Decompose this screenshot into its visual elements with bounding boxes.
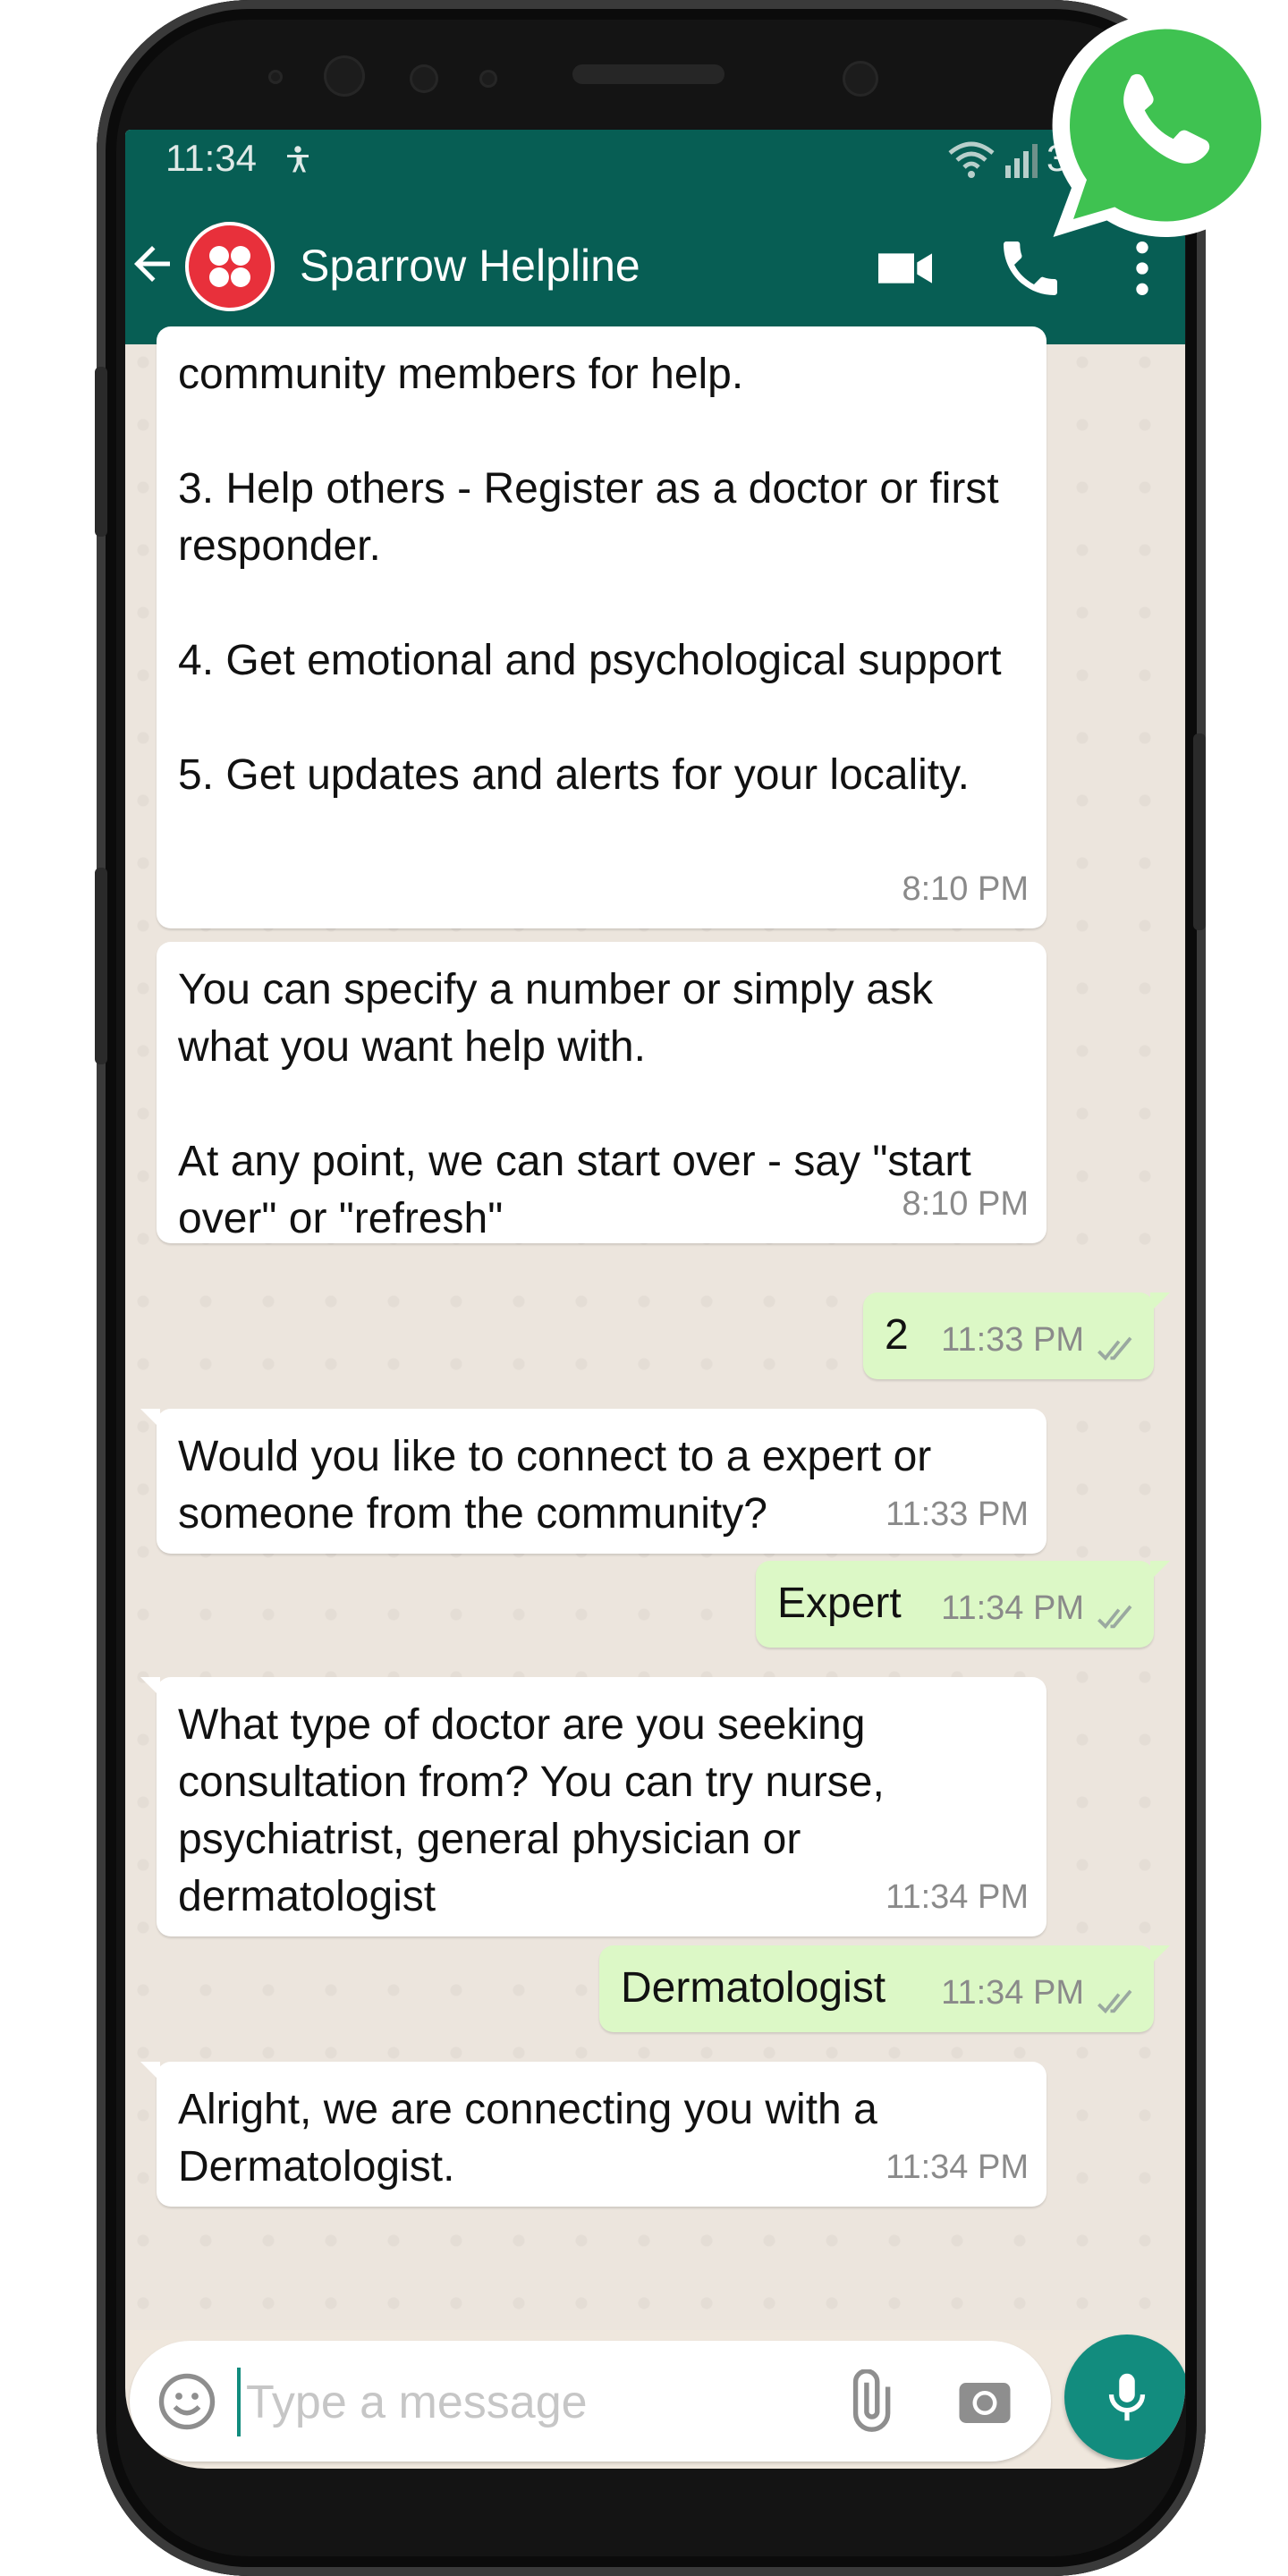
message-outgoing[interactable]: 2 11:33 PM [863,1292,1170,1379]
light-sensor [479,70,497,88]
message-input[interactable] [237,2368,838,2436]
message-time: 11:34 PM [941,1589,1084,1627]
message-time: 11:34 PM [886,2148,1029,2186]
message-text: community members for help. 3. Help othe… [178,351,1002,799]
bubble-tail [1150,1945,1170,1965]
bubble-tail [140,2062,160,2081]
proximity-sensor [410,64,438,93]
volume-button [95,367,107,537]
read-receipt-icon [1097,1989,1132,2014]
message-incoming[interactable]: What type of doctor are you seeking cons… [140,1677,1046,1936]
bubble-tail [140,1409,160,1428]
message-field[interactable] [130,2341,1051,2462]
message-outgoing[interactable]: Dermatologist 11:34 PM [599,1945,1170,2032]
message-time: 8:10 PM [902,1185,1029,1223]
avatar[interactable] [185,222,275,311]
top-bezel [125,0,1167,134]
accessibility-icon [287,146,309,173]
message-time: 11:34 PM [941,1974,1084,2012]
microphone-button[interactable] [1064,2334,1185,2460]
message-incoming[interactable]: community members for help. 3. Help othe… [157,326,1046,928]
emoji-icon[interactable] [155,2369,219,2434]
message-text: You can specify a number or simply ask w… [178,966,971,1242]
composer-bar [125,2330,1185,2469]
bixby-button [95,868,107,1064]
wifi-icon [948,141,995,178]
video-call-icon[interactable] [869,233,941,304]
attach-icon[interactable] [836,2369,901,2434]
status-bar: 11:34 3 [125,130,1185,188]
status-time: 11:34 [165,137,257,179]
power-button [1193,733,1206,930]
message-incoming[interactable]: Alright, we are connecting you with a De… [140,2062,1046,2207]
message-time: 11:33 PM [941,1321,1084,1359]
microphone-icon [1108,2373,1146,2421]
bubble-tail [1150,1561,1170,1580]
message-incoming[interactable]: Would you like to connect to a expert or… [140,1409,1046,1554]
chat-area[interactable]: community members for help. 3. Help othe… [125,326,1185,2330]
bubble-tail [1150,1292,1170,1312]
signal-icon [1005,144,1038,178]
chat-header: Sparrow Helpline [125,188,1185,344]
iris-scanner [324,55,365,97]
read-receipt-icon [1097,1605,1132,1630]
camera-icon[interactable] [953,2369,1017,2434]
bubble-tail [140,1677,160,1697]
message-outgoing[interactable]: Expert 11:34 PM [756,1561,1170,1648]
whatsapp-logo-icon [1052,13,1277,237]
message-time: 11:34 PM [886,1878,1029,1916]
message-time: 8:10 PM [902,870,1029,908]
sensor-dot [268,70,283,84]
read-receipt-icon [1097,1336,1132,1361]
chat-title[interactable]: Sparrow Helpline [300,240,640,292]
front-camera-icon [843,61,878,97]
back-arrow-icon[interactable] [125,237,179,291]
phone-screen: 11:34 3 Sparrow Helpline community membe… [125,130,1185,2469]
earpiece-speaker [572,64,724,84]
message-incoming[interactable]: You can specify a number or simply ask w… [157,942,1046,1243]
message-time: 11:33 PM [886,1496,1029,1533]
